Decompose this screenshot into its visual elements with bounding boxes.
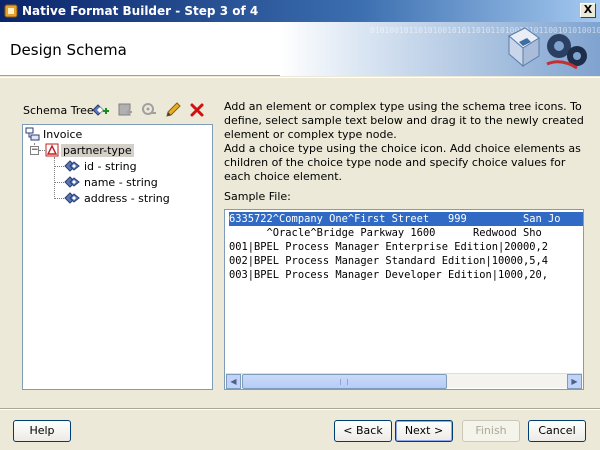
tree-connector <box>54 182 64 183</box>
tree-connector <box>54 166 64 167</box>
back-button[interactable]: < Back <box>334 420 392 442</box>
tree-node-name[interactable]: name - string <box>64 174 160 190</box>
sample-file-label: Sample File: <box>224 190 291 203</box>
sample-line[interactable]: 002|BPEL Process Manager Standard Editio… <box>229 254 548 268</box>
title-bar: Native Format Builder - Step 3 of 4 X <box>0 0 600 22</box>
delete-icon[interactable] <box>188 101 206 119</box>
app-icon <box>4 4 18 18</box>
sample-line[interactable]: 003|BPEL Process Manager Developer Editi… <box>229 268 548 282</box>
schema-tree[interactable]: − Invoice partner-type id - string name … <box>22 124 213 390</box>
window-title: Native Format Builder - Step 3 of 4 <box>22 4 259 18</box>
next-button[interactable]: Next > <box>395 420 453 442</box>
instructions: Add an element or complex type using the… <box>224 100 594 184</box>
tree-connector <box>54 198 64 199</box>
instruction-define: Add an element or complex type using the… <box>224 100 584 141</box>
element-icon <box>64 160 80 172</box>
edit-icon[interactable] <box>164 101 182 119</box>
tree-node-label: Invoice <box>43 127 83 141</box>
header-divider <box>0 77 600 78</box>
element-icon <box>64 176 80 188</box>
finish-button: Finish <box>462 420 520 442</box>
tree-node-address[interactable]: address - string <box>64 190 172 206</box>
tree-node-id[interactable]: id - string <box>64 158 139 174</box>
schema-root-icon <box>25 127 40 141</box>
instruction-choice: Add a choice type using the choice icon.… <box>224 142 581 183</box>
wizard-header: Design Schema 01010010110101001010110101… <box>0 22 600 76</box>
sample-line[interactable]: ^Oracle^Bridge Parkway 1600 Redwood Sho <box>229 226 542 240</box>
scroll-left-icon[interactable]: ◀ <box>226 374 241 389</box>
sample-file-text[interactable]: 6335722^Company One^First Street 999 San… <box>224 209 584 390</box>
add-complex-type-icon[interactable] <box>116 101 134 119</box>
schema-tree-label: Schema Tree <box>23 104 94 117</box>
page-title: Design Schema <box>10 41 127 59</box>
tree-node-label: address - string <box>84 191 170 205</box>
sample-line[interactable]: 001|BPEL Process Manager Enterprise Edit… <box>229 240 548 254</box>
element-icon <box>64 192 80 204</box>
sample-line[interactable]: 6335722^Company One^First Street 999 San… <box>229 212 583 226</box>
cancel-button[interactable]: Cancel <box>528 420 586 442</box>
tree-connector <box>54 157 55 199</box>
tree-node-partner-type[interactable]: partner-type <box>45 142 134 158</box>
header-banner: 0101001011010100101011010110100101011001… <box>280 22 600 76</box>
tree-node-label: name - string <box>84 175 158 189</box>
scrollbar-thumb[interactable] <box>242 374 447 389</box>
add-element-icon[interactable] <box>92 101 110 119</box>
footer-divider <box>0 408 600 410</box>
scroll-right-icon[interactable]: ▶ <box>567 374 582 389</box>
wizard-graphic-icon <box>508 27 587 70</box>
schema-tree-toolbar <box>92 101 206 119</box>
tree-node-label: partner-type <box>61 143 134 157</box>
help-button[interactable]: Help <box>13 420 71 442</box>
collapse-toggle[interactable]: − <box>30 146 39 155</box>
tree-node-label: id - string <box>84 159 137 173</box>
horizontal-scrollbar[interactable]: ◀ ▶ <box>226 373 582 389</box>
add-choice-icon[interactable] <box>140 101 158 119</box>
close-button[interactable]: X <box>580 3 596 18</box>
complex-type-icon <box>45 143 59 157</box>
tree-node-invoice[interactable]: Invoice <box>25 126 84 142</box>
